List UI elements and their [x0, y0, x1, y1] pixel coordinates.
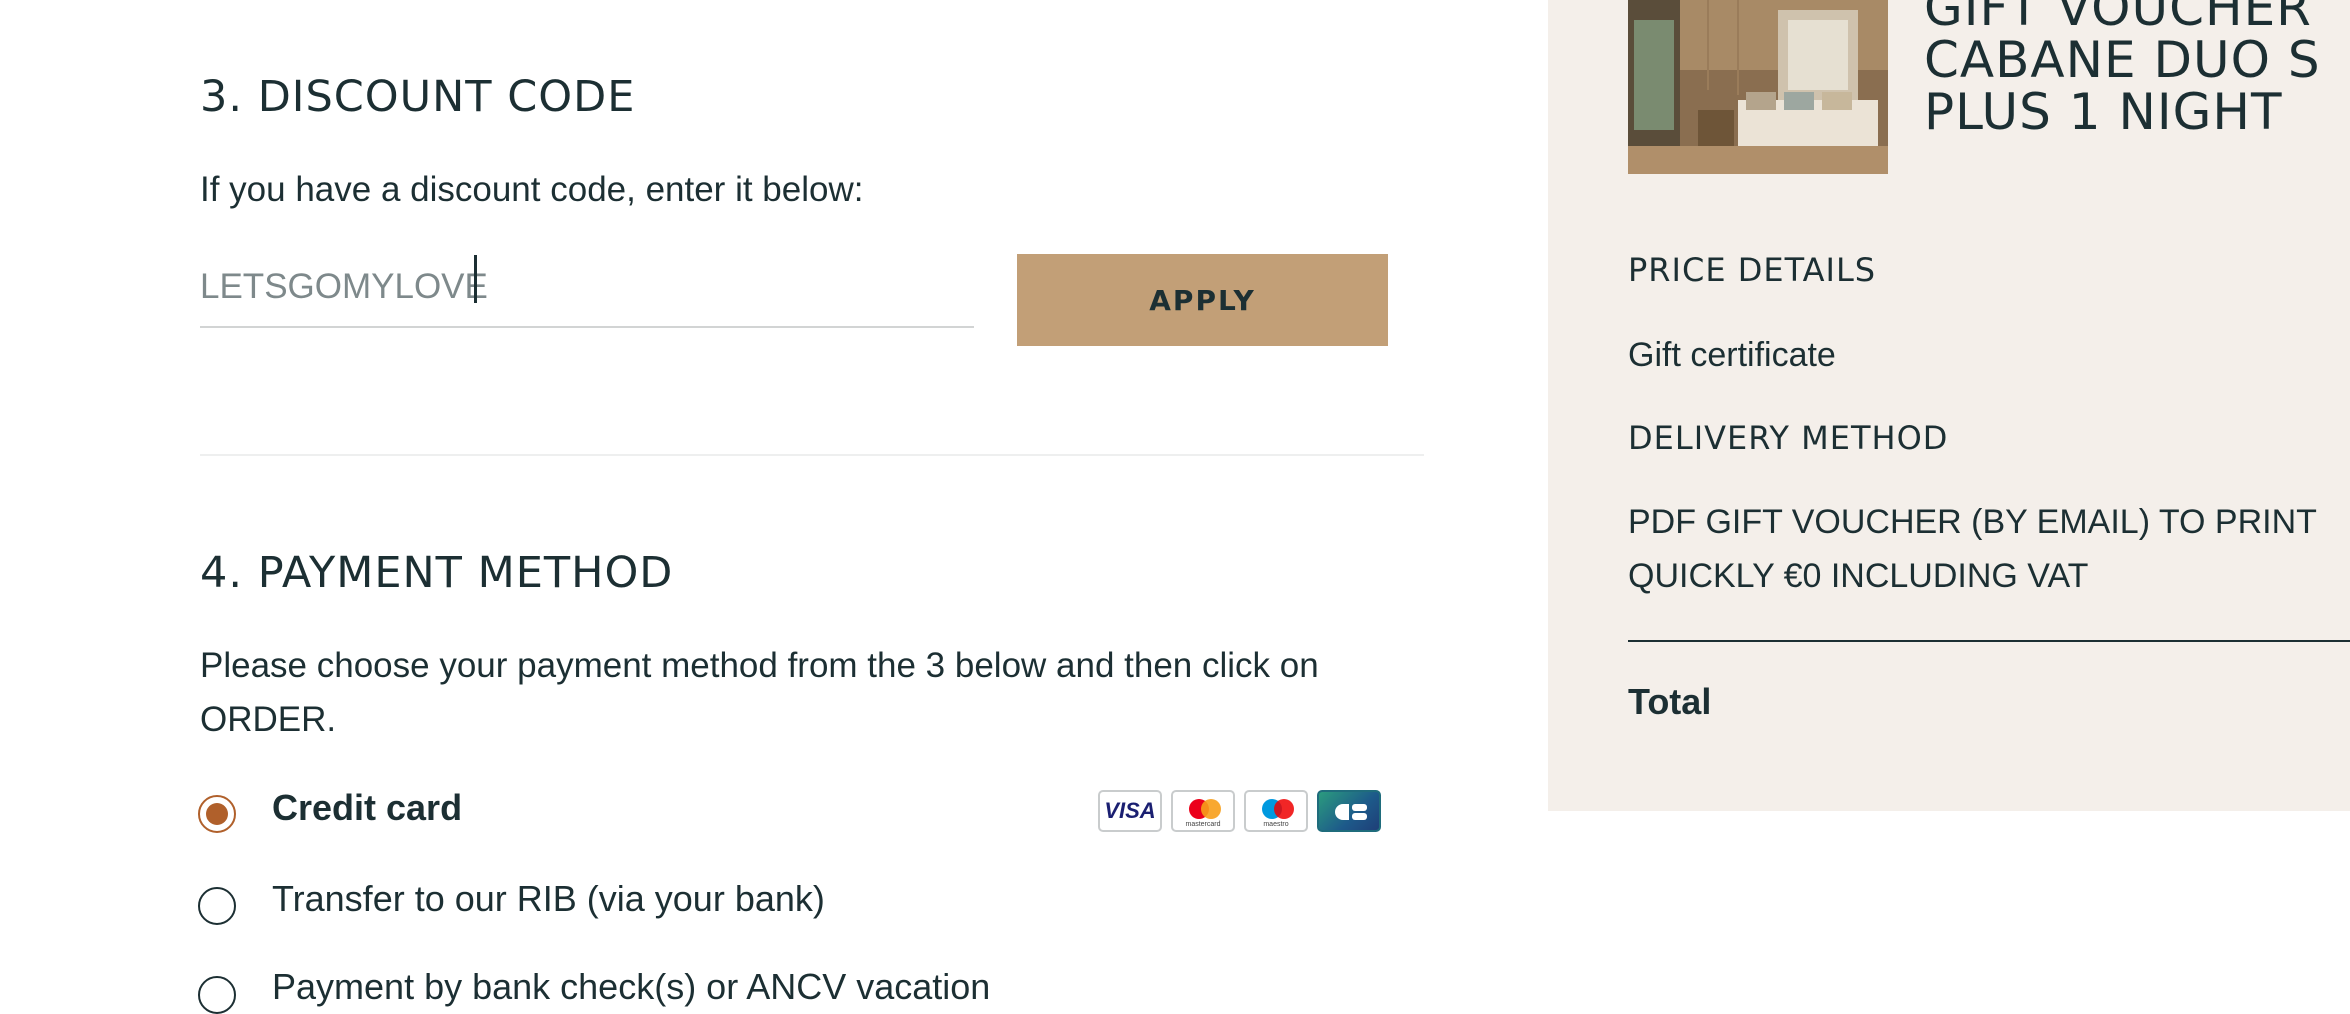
discount-section-heading: 3. DISCOUNT CODE [200, 72, 636, 122]
apply-discount-button[interactable]: APPLY [1017, 254, 1388, 346]
credit-card-radio[interactable] [198, 795, 236, 833]
delivery-method-label: DELIVERY METHOD [1628, 419, 1949, 457]
payment-instruction: Please choose your payment method from t… [200, 646, 1319, 739]
maestro-logo-icon: maestro [1244, 790, 1308, 832]
bank-check-radio[interactable] [198, 976, 236, 1014]
cb-logo-icon [1317, 790, 1381, 832]
mastercard-logo-icon: mastercard [1171, 790, 1235, 832]
summary-divider [1628, 640, 2350, 642]
visa-logo-icon: VISA [1098, 790, 1162, 832]
text-caret [474, 255, 477, 303]
discount-instruction: If you have a discount code, enter it be… [200, 170, 864, 209]
bank-transfer-radio[interactable] [198, 887, 236, 925]
bank-check-label[interactable]: Payment by bank check(s) or ANCV vacatio… [272, 966, 990, 1008]
product-title: GIFT VOUCHER CABANE DUO S PLUS 1 NIGHT [1924, 0, 2321, 141]
credit-card-label[interactable]: Credit card [272, 787, 462, 829]
total-label: Total [1628, 681, 1712, 722]
delivery-method-value: PDF GIFT VOUCHER (BY EMAIL) TO PRINT QUI… [1628, 503, 2317, 595]
bank-transfer-label[interactable]: Transfer to our RIB (via your bank) [272, 878, 825, 920]
price-details-value: Gift certificate [1628, 336, 1836, 374]
price-details-label: PRICE DETAILS [1628, 251, 1877, 289]
section-divider [200, 454, 1424, 456]
product-thumbnail-image [1628, 0, 1888, 174]
discount-code-input[interactable] [200, 248, 974, 328]
payment-section-heading: 4. PAYMENT METHOD [200, 548, 674, 598]
